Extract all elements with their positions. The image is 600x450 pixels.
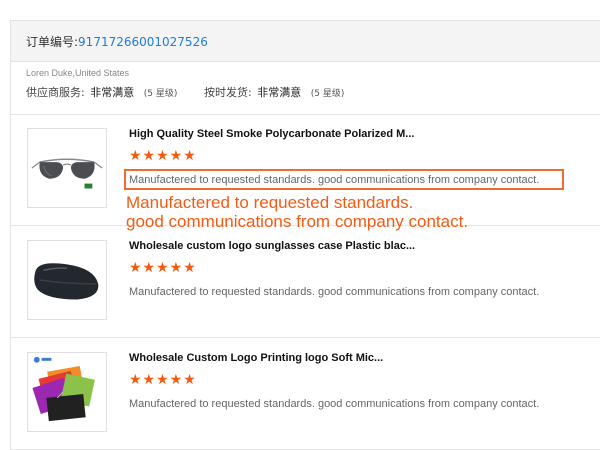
product-thumbnail[interactable] — [27, 352, 107, 432]
review-text: Manufactered to requested standards. goo… — [129, 286, 540, 298]
review-text: Manufactered to requested standards. goo… — [129, 398, 540, 410]
glasses-case-icon — [34, 263, 99, 300]
product-review-item: Wholesale Custom Logo Printing logo Soft… — [11, 338, 600, 450]
rating-on-time-delivery: 按时发货: 非常满意 (5 星级) — [204, 84, 344, 100]
order-id-label: 订单编号: — [26, 35, 79, 49]
product-title[interactable]: Wholesale custom logo sunglasses case Pl… — [129, 240, 415, 252]
star-rating: ★★★★★ — [129, 148, 197, 164]
order-id-line: 订单编号:91717266001027526 — [26, 33, 208, 50]
rating-value: 非常满意 — [90, 86, 135, 99]
product-title[interactable]: Wholesale Custom Logo Printing logo Soft… — [129, 352, 383, 364]
rating-supplier-service: 供应商服务: 非常满意 (5 星级) — [26, 84, 177, 100]
product-thumbnail[interactable] — [27, 128, 107, 208]
product-review-item: Wholesale custom logo sunglasses case Pl… — [11, 226, 600, 338]
order-number-link[interactable]: 91717266001027526 — [78, 35, 208, 49]
aviator-sunglasses-icon — [31, 158, 103, 189]
product-review-item: High Quality Steel Smoke Polycarbonate P… — [11, 114, 600, 231]
star-rating: ★★★★★ — [129, 372, 197, 388]
annotation-line-1: Manufactered to requested standards. — [126, 193, 414, 212]
order-review-card: 订单编号:91717266001027526 Loren Duke,United… — [10, 20, 600, 450]
product-thumbnail[interactable] — [27, 240, 107, 320]
rating-label: 按时发货: — [204, 86, 252, 99]
star-rating: ★★★★★ — [129, 260, 197, 276]
product-title[interactable]: High Quality Steel Smoke Polycarbonate P… — [129, 128, 414, 140]
rating-level: (5 星级) — [310, 89, 345, 99]
order-header: 订单编号:91717266001027526 — [11, 21, 600, 62]
rating-value: 非常满意 — [257, 86, 302, 99]
rating-label: 供应商服务: — [26, 86, 85, 99]
rating-level: (5 星级) — [143, 89, 178, 99]
microfiber-pouches-icon — [32, 356, 95, 422]
review-text: Manufactered to requested standards. goo… — [129, 174, 540, 186]
buyer-info: Loren Duke,United States — [26, 68, 130, 78]
